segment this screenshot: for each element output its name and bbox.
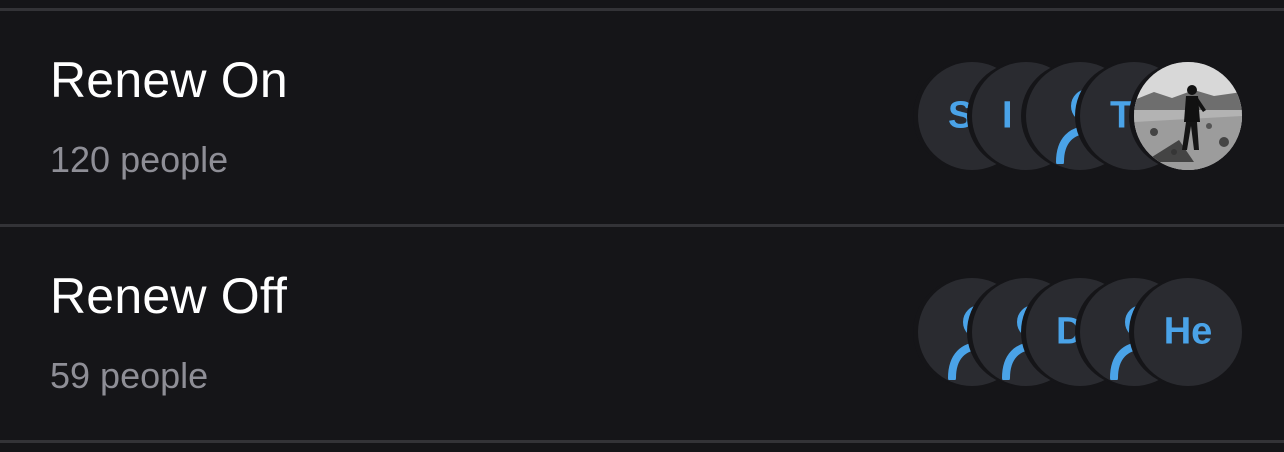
avatar-photo [1134,62,1242,170]
avatar-initials: He [1163,310,1213,353]
avatar-stack[interactable]: S I T [918,62,1242,170]
profile-photo [1134,62,1242,170]
avatar-initials: S [948,94,974,137]
group-row-renew-on[interactable]: Renew On 120 people S I T [0,11,1284,224]
renewal-groups-screen: Renew On 120 people S I T Renew Off 59 p… [0,0,1284,452]
group-count: 120 people [50,139,229,180]
divider [0,440,1284,443]
avatar-initials: T [1110,94,1134,137]
group-title: Renew Off [50,268,288,324]
group-count: 59 people [50,355,209,396]
avatar-initials: I [1002,94,1013,137]
avatar-stack[interactable]: D He [918,278,1242,386]
avatar: He [1134,278,1242,386]
group-title: Renew On [50,52,288,108]
group-row-renew-off[interactable]: Renew Off 59 people D He [0,227,1284,440]
